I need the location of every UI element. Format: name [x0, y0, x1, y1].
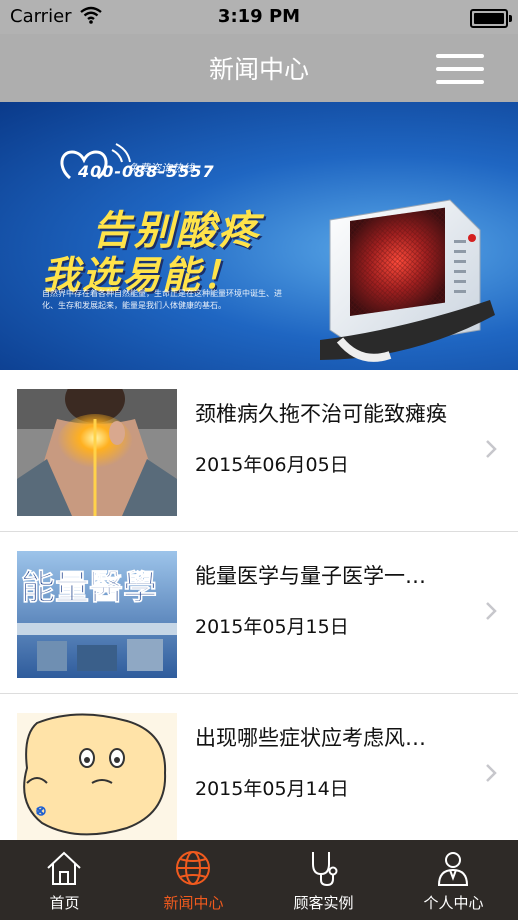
news-title: 出现哪些症状应考虑风… [195, 726, 426, 750]
tab-customer-cases[interactable]: 顾客实例 [259, 840, 388, 920]
status-bar: Carrier 3:19 PM [0, 0, 518, 34]
tab-profile[interactable]: 个人中心 [389, 840, 518, 920]
tab-news[interactable]: 新闻中心 [129, 840, 258, 920]
tab-label: 顾客实例 [293, 894, 354, 912]
hotline-number: 400-088-5557 [78, 162, 215, 181]
news-thumbnail: 能量醫學 [17, 551, 177, 678]
person-icon [437, 852, 469, 886]
news-date: 2015年05月15日 [195, 616, 349, 638]
tab-label: 个人中心 [423, 894, 484, 912]
tab-bar: 首页 新闻中心 顾客实例 个人中心 [0, 840, 518, 920]
news-date: 2015年06月05日 [195, 454, 349, 476]
battery-icon [470, 9, 512, 28]
stethoscope-icon [312, 852, 338, 887]
menu-button[interactable] [436, 52, 484, 86]
clock: 3:19 PM [217, 6, 301, 27]
chevron-right-icon [484, 438, 498, 464]
nav-bar: 新闻中心 [0, 34, 518, 102]
chevron-right-icon [484, 600, 498, 626]
heater-device-image [320, 199, 495, 362]
banner-description: 自然界中存在着各种自然能量，生命正是在这种能量环境中诞生、进化、生存和发展起来，… [42, 289, 282, 310]
news-list: 颈椎病久拖不治可能致瘫痪 2015年06月05日 能量醫學 能量医学与量子医学一… [0, 370, 518, 856]
news-thumbnail [17, 389, 177, 516]
list-item[interactable]: 能量醫學 能量医学与量子医学一… 2015年05月15日 [0, 532, 518, 694]
tab-label: 新闻中心 [163, 894, 224, 912]
globe-icon [176, 851, 210, 885]
list-item[interactable]: 出现哪些症状应考虑风… 2015年05月14日 [0, 694, 518, 856]
news-thumbnail [17, 713, 177, 840]
news-title: 能量医学与量子医学一… [195, 564, 426, 588]
list-item[interactable]: 颈椎病久拖不治可能致瘫痪 2015年06月05日 [0, 370, 518, 532]
home-icon [47, 851, 81, 885]
tab-label: 首页 [49, 894, 80, 912]
news-date: 2015年05月14日 [195, 778, 349, 800]
tab-home[interactable]: 首页 [0, 840, 129, 920]
thumb-text: 能量醫學 [21, 568, 157, 608]
banner-carousel[interactable]: 免费咨询热线 400-088-5557 告别酸疼 我选易能！ 自然界中存在着各种… [0, 102, 518, 370]
hamburger-menu-icon [436, 54, 484, 58]
chevron-right-icon [484, 762, 498, 788]
news-title: 颈椎病久拖不治可能致瘫痪 [195, 402, 447, 426]
